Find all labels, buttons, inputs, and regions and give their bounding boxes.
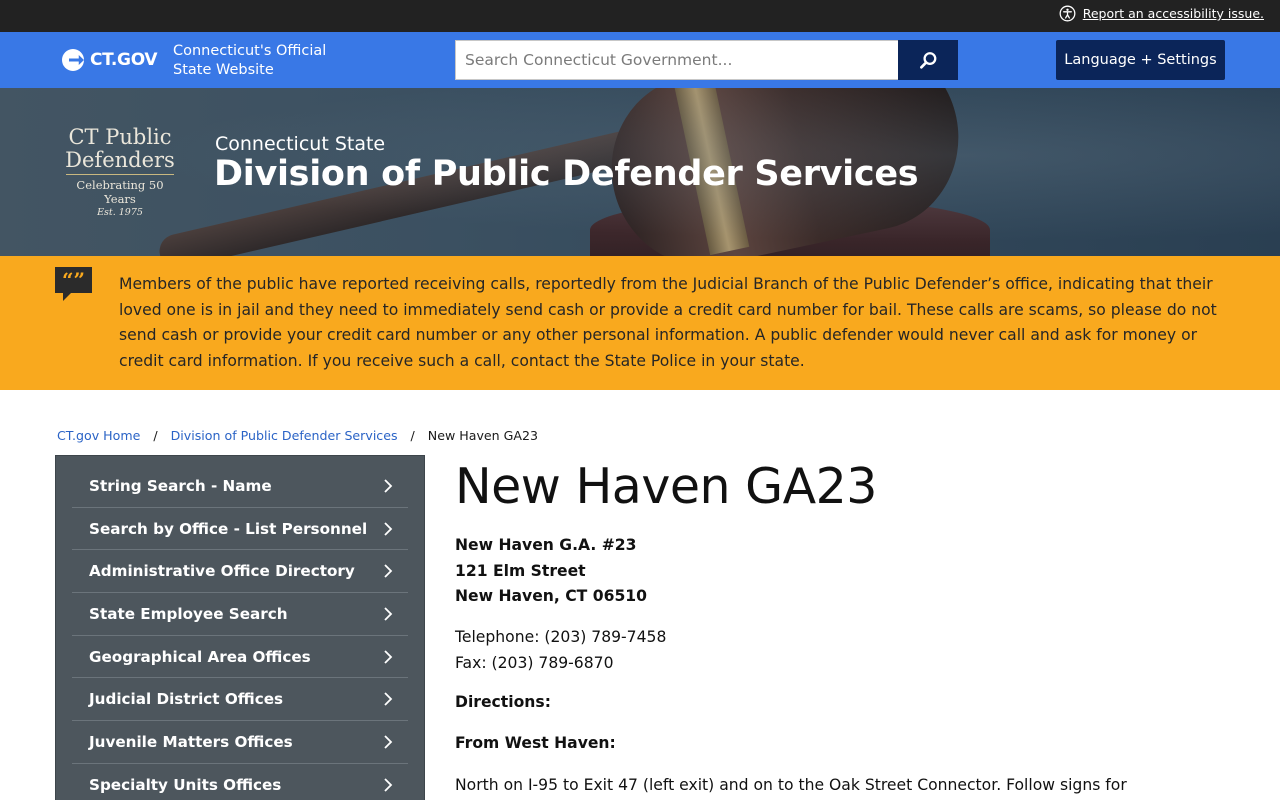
sidebar-item-label: Juvenile Matters Offices (89, 732, 293, 751)
sidebar-item-label: Judicial District Offices (89, 690, 284, 709)
sidebar-item-label: Specialty Units Offices (89, 775, 282, 794)
chevron-right-icon (384, 735, 393, 749)
breadcrumb: CT.gov Home / Division of Public Defende… (57, 428, 538, 443)
sidebar-item-administrative-office[interactable]: Administrative Office Directory (72, 550, 408, 594)
sidebar-item-label: Search by Office - List Personnel (89, 519, 368, 538)
sidebar-item-state-employee-search[interactable]: State Employee Search (72, 593, 408, 636)
from-west-haven-text: North on I-95 to Exit 47 (left exit) and… (455, 776, 1127, 794)
chevron-right-icon (384, 607, 393, 621)
search-input[interactable] (455, 40, 898, 80)
language-settings-button[interactable]: Language + Settings (1056, 40, 1225, 80)
accessibility-icon (1059, 5, 1076, 22)
alert-message: Members of the public have reported rece… (119, 275, 1217, 371)
logo-line-2: Defenders (65, 148, 175, 172)
utility-bar: Report an accessibility issue. (0, 0, 1280, 32)
sidebar-nav: String Search - Name Search by Office - … (55, 455, 425, 800)
accessibility-link-label: Report an accessibility issue. (1082, 6, 1264, 21)
chevron-right-icon (384, 564, 393, 578)
sidebar-item-geographical-area[interactable]: Geographical Area Offices (72, 636, 408, 679)
ctgov-logo[interactable]: CT.GOV (62, 49, 158, 71)
agency-subtitle: Connecticut State (215, 133, 386, 155)
breadcrumb-current: New Haven GA23 (427, 428, 539, 443)
logo-line-4: Est. 1975 (97, 207, 143, 218)
telephone: Telephone: (203) 789-7458 (455, 628, 667, 646)
svg-text:“”: “” (62, 268, 85, 292)
breadcrumb-home-link[interactable]: CT.gov Home (57, 428, 140, 443)
address-line-1: New Haven G.A. #23 (455, 536, 637, 554)
sidebar-item-judicial-district[interactable]: Judicial District Offices (72, 678, 408, 722)
chevron-right-icon (384, 479, 393, 493)
report-accessibility-link[interactable]: Report an accessibility issue. (1059, 5, 1264, 22)
office-address: New Haven G.A. #23 121 Elm Street New Ha… (455, 533, 647, 610)
ctgov-logo-icon (62, 49, 84, 71)
sidebar-item-juvenile-matters[interactable]: Juvenile Matters Offices (72, 721, 408, 764)
sidebar-item-label: Administrative Office Directory (89, 562, 355, 581)
chevron-right-icon (384, 692, 393, 706)
sidebar-item-string-search[interactable]: String Search - Name (72, 465, 408, 508)
ctgov-logo-text: CT.GOV (90, 50, 158, 70)
fax: Fax: (203) 789-6870 (455, 653, 614, 672)
breadcrumb-division-link[interactable]: Division of Public Defender Services (171, 428, 398, 443)
hero-banner: CT Public Defenders Celebrating 50 Years… (0, 88, 1280, 256)
chevron-right-icon (384, 778, 393, 792)
address-line-3: New Haven, CT 06510 (455, 587, 647, 606)
search-button[interactable] (898, 40, 958, 80)
page-title: New Haven GA23 (455, 458, 877, 515)
quote-bubble-icon: “” (55, 267, 92, 301)
chevron-right-icon (384, 649, 393, 664)
ctgov-header: CT.GOV Connecticut's Official State Webs… (0, 32, 1280, 88)
chevron-right-icon (384, 521, 393, 536)
breadcrumb-separator: / (153, 428, 158, 443)
sidebar-item-search-by-office[interactable]: Search by Office - List Personnel (72, 508, 408, 551)
sidebar-item-label: Geographical Area Offices (89, 647, 311, 666)
sidebar-item-specialty-units[interactable]: Specialty Units Offices (72, 764, 408, 800)
sidebar-item-label: State Employee Search (89, 604, 288, 623)
sidebar-item-label: String Search - Name (89, 476, 272, 495)
agency-title[interactable]: Division of Public Defender Services (214, 154, 919, 194)
office-contact: Telephone: (203) 789-7458 Fax: (203) 789… (455, 625, 666, 676)
logo-line-1: CT Public (68, 125, 172, 149)
ct-public-defenders-logo[interactable]: CT Public Defenders Celebrating 50 Years… (62, 125, 178, 219)
logo-line-3: Celebrating 50 Years (76, 178, 164, 206)
logo-divider (66, 174, 174, 175)
tagline-line-2: State Website (173, 62, 274, 78)
search-icon (919, 51, 936, 69)
ctgov-tagline: Connecticut's Official State Website (173, 42, 353, 80)
breadcrumb-separator: / (410, 428, 415, 443)
tagline-line-1: Connecticut's Official (173, 43, 327, 59)
from-west-haven-heading: From West Haven: (455, 734, 616, 752)
scam-alert-banner: “” Members of the public have reported r… (0, 256, 1280, 390)
directions-heading: Directions: (455, 693, 551, 711)
address-line-2: 121 Elm Street (455, 561, 586, 580)
